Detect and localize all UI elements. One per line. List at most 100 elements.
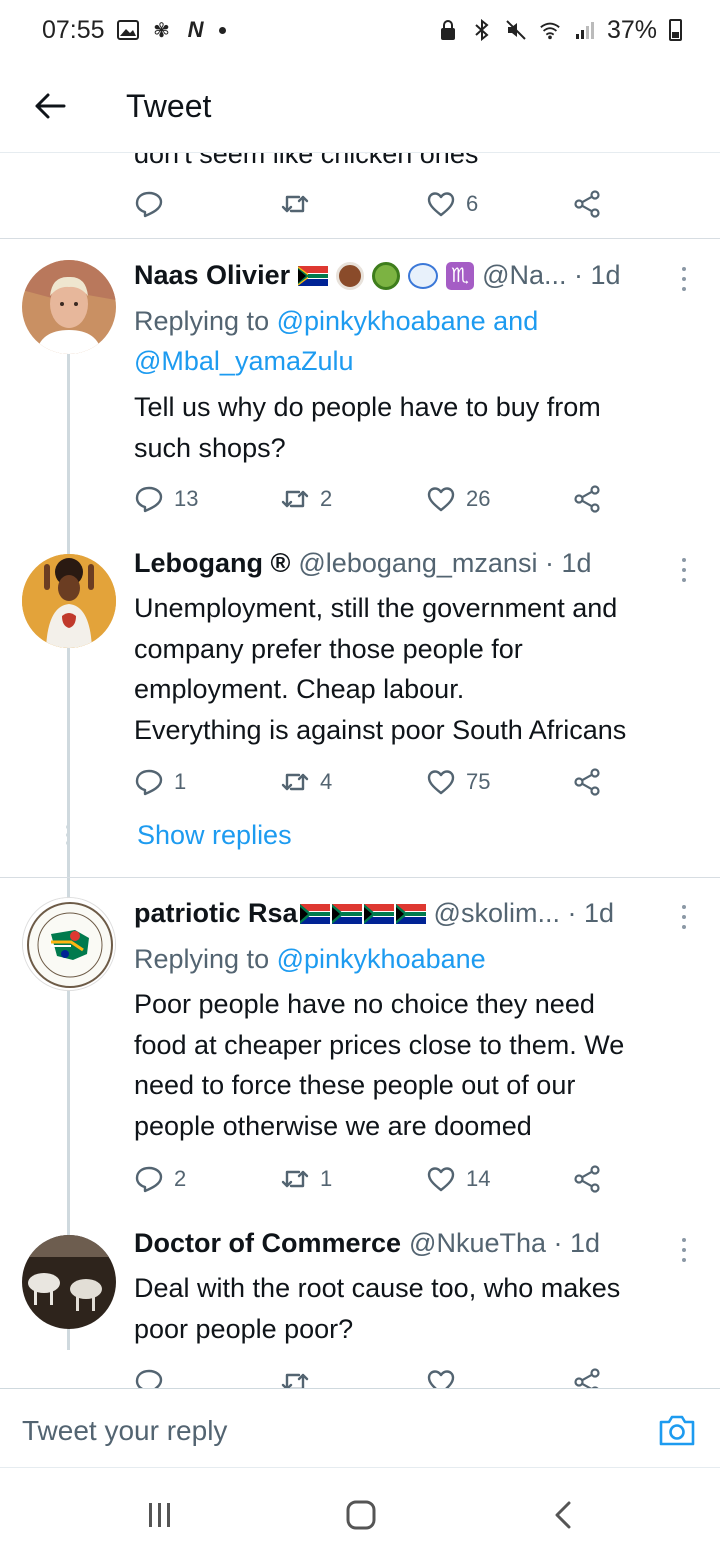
heart-icon <box>427 1370 455 1388</box>
retweet-button[interactable]: 1 <box>280 1164 332 1194</box>
reply-icon <box>135 769 163 796</box>
share-icon <box>574 190 600 218</box>
tweet-actions: 1 4 75 <box>134 762 614 802</box>
chevron-left-icon <box>555 1501 571 1529</box>
tweet-text-line: poor people poor? <box>134 1313 354 1344</box>
like-button[interactable]: 6 <box>426 189 478 219</box>
home-icon <box>346 1500 376 1530</box>
replying-prefix: Replying to <box>134 944 270 974</box>
replying-to: Replying to @pinkykhoabane <box>134 939 694 979</box>
home-button[interactable] <box>341 1498 381 1532</box>
reply-button[interactable]: 2 <box>134 1164 186 1194</box>
more-options-icon[interactable] <box>676 1235 692 1265</box>
back-button[interactable] <box>0 60 100 153</box>
like-count: 75 <box>466 769 491 794</box>
system-nav-bar <box>0 1468 720 1560</box>
divider <box>0 877 720 878</box>
camera-icon[interactable] <box>658 1413 696 1447</box>
tweet-header: Naas Olivier ♏ @Na... · 1d <box>134 260 674 291</box>
mention-link[interactable]: @pinkykhoabane and <box>277 306 539 336</box>
more-options-icon[interactable] <box>676 902 692 932</box>
tweet-text-line: Poor people have no choice they need <box>134 989 595 1019</box>
mention-link[interactable]: @pinkykhoabane <box>277 944 486 974</box>
share-button[interactable] <box>572 1164 602 1194</box>
tweet-text-line: Deal with the root cause too, who makes <box>134 1273 621 1303</box>
recent-apps-button[interactable] <box>140 1498 180 1532</box>
scorpio-emoji-icon: ♏ <box>446 261 475 290</box>
reply-icon <box>135 486 163 513</box>
share-icon <box>574 768 600 796</box>
tweet-feed[interactable]: don't seem like chicken ones 6 Naas Oliv… <box>0 153 720 1388</box>
retweet-button[interactable]: 2 <box>280 484 332 514</box>
wifi-icon <box>539 19 561 41</box>
like-button[interactable] <box>426 1367 456 1388</box>
share-button[interactable] <box>572 484 602 514</box>
display-name[interactable]: Lebogang ® <box>134 548 290 579</box>
reply-button[interactable]: 1 <box>134 767 186 797</box>
tweet-text-line: need to force these people out of our <box>134 1070 576 1101</box>
share-button[interactable] <box>572 1367 602 1388</box>
handle-and-time: @lebogang_mzansi · 1d <box>298 548 592 578</box>
battery-icon <box>669 19 682 41</box>
tweet-text-line: such shops? <box>134 432 286 463</box>
handle-and-time: @Na... · 1d <box>482 260 621 290</box>
rugby-ball-emoji-icon <box>408 262 439 289</box>
tweet-actions <box>134 1362 614 1388</box>
back-nav-button[interactable] <box>543 1498 583 1532</box>
lock-icon <box>437 19 459 41</box>
avatar[interactable] <box>22 554 116 648</box>
display-name[interactable]: Naas Olivier <box>134 260 290 291</box>
reply-input[interactable]: Tweet your reply <box>22 1415 227 1447</box>
handle-and-time: @skolim... · 1d <box>433 898 614 928</box>
retweet-icon <box>281 773 309 791</box>
display-name[interactable]: Doctor of Commerce <box>134 1228 401 1259</box>
reply-count: 1 <box>174 769 187 794</box>
divider <box>0 238 720 239</box>
reply-icon <box>135 1369 163 1388</box>
reply-count: 13 <box>174 486 199 511</box>
status-bar: 07:55 ✾ N 37% <box>0 0 720 60</box>
reply-button[interactable]: 13 <box>134 484 198 514</box>
show-replies-link[interactable]: Show replies <box>137 820 292 851</box>
heart-icon <box>427 487 455 512</box>
more-options-icon[interactable] <box>676 555 692 585</box>
notification-dot-icon <box>218 26 226 34</box>
tweet-header: patriotic Rsa @skolim... · 1d <box>134 898 674 929</box>
reply-button[interactable] <box>134 189 164 219</box>
retweet-count: 4 <box>320 769 333 794</box>
like-count: 14 <box>466 1166 491 1191</box>
mention-link[interactable]: @Mbal_yamaZulu <box>134 346 354 376</box>
signal-icon <box>573 19 595 41</box>
share-button[interactable] <box>572 767 602 797</box>
more-options-icon[interactable] <box>676 264 692 294</box>
retweet-count: 2 <box>320 486 333 511</box>
retweet-button[interactable]: 4 <box>280 767 332 797</box>
tweet-text: Poor people have no choice they need foo… <box>134 984 704 1147</box>
like-button[interactable]: 14 <box>426 1164 490 1194</box>
tweet-text-line: company prefer those people for <box>134 633 523 664</box>
recent-apps-icon <box>149 1503 170 1527</box>
share-icon <box>574 485 600 513</box>
like-count: 6 <box>466 191 479 216</box>
like-button[interactable]: 26 <box>426 484 490 514</box>
flag-group <box>299 903 426 924</box>
retweet-button[interactable] <box>280 189 310 219</box>
share-icon <box>574 1165 600 1193</box>
replying-prefix: Replying to <box>134 306 270 336</box>
avatar[interactable] <box>22 260 116 354</box>
avatar[interactable] <box>22 1235 116 1329</box>
avatar-photo-icon <box>22 260 116 354</box>
mute-icon <box>505 19 527 41</box>
retweet-button[interactable] <box>280 1367 310 1388</box>
reply-count: 2 <box>174 1166 187 1191</box>
reply-button[interactable] <box>134 1367 164 1388</box>
tweet-text-line: people otherwise we are doomed <box>134 1111 532 1142</box>
avatar[interactable] <box>22 897 116 991</box>
south-africa-flag-icon <box>395 903 426 924</box>
retweet-icon <box>281 195 309 213</box>
netflix-icon: N <box>187 17 204 42</box>
like-button[interactable]: 75 <box>426 767 490 797</box>
share-button[interactable] <box>572 189 602 219</box>
heart-icon <box>427 192 455 217</box>
display-name[interactable]: patriotic Rsa <box>134 898 298 929</box>
